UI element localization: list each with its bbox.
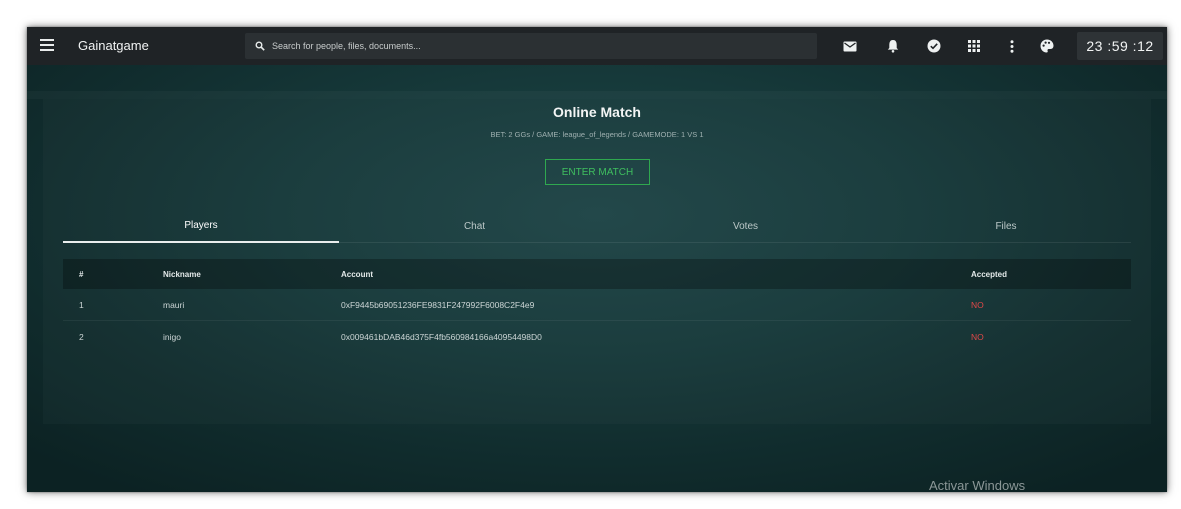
app-title: Gainatgame: [78, 38, 149, 53]
match-info: BET: 2 GGs / GAME: league_of_legends / G…: [490, 130, 704, 139]
table-row: 1 mauri 0xF9445b69051236FE9831F247992F60…: [63, 289, 1131, 321]
table-row: 2 inigo 0x009461bDAB46d375F4fb560984166a…: [63, 321, 1131, 353]
row-accepted-status: NO: [971, 299, 984, 310]
match-tabs: Players Chat Votes Files: [63, 209, 1131, 243]
mail-icon[interactable]: [842, 38, 858, 54]
row-number: 2: [79, 332, 84, 342]
search-bar[interactable]: [245, 33, 817, 59]
check-circle-icon[interactable]: [926, 38, 942, 54]
menu-icon[interactable]: [40, 39, 54, 53]
apps-grid-icon[interactable]: [966, 38, 982, 54]
search-icon: [255, 41, 265, 51]
players-table: # Nickname Account Accepted 1 mauri 0xF9…: [63, 259, 1131, 353]
tab-votes[interactable]: Votes: [610, 209, 881, 243]
header-account: Account: [341, 269, 373, 279]
countdown-clock: 23 :59 :12: [1077, 32, 1163, 60]
row-account: 0x009461bDAB46d375F4fb560984166a40954498…: [341, 332, 542, 342]
row-nickname: inigo: [163, 332, 181, 342]
enter-match-button[interactable]: ENTER MATCH: [545, 159, 650, 185]
header-accepted: Accepted: [971, 269, 1008, 279]
palette-icon[interactable]: [1039, 38, 1055, 54]
tab-files[interactable]: Files: [881, 209, 1131, 243]
tab-chat[interactable]: Chat: [339, 209, 610, 243]
row-number: 1: [79, 299, 84, 310]
app-window: Gainatgame 23 :59 :12 Online Match BET: …: [27, 27, 1167, 492]
search-input[interactable]: [272, 41, 792, 51]
top-bar: Gainatgame 23 :59 :12: [27, 27, 1167, 65]
header-number: #: [79, 269, 84, 279]
row-accepted-status: NO: [971, 332, 984, 342]
row-nickname: mauri: [163, 299, 185, 310]
match-title: Online Match: [553, 104, 641, 120]
bell-icon[interactable]: [885, 38, 901, 54]
header-nickname: Nickname: [163, 269, 201, 279]
header-strip: [27, 91, 1167, 99]
table-header: # Nickname Account Accepted: [63, 259, 1131, 289]
row-account: 0xF9445b69051236FE9831F247992F6008C2F4e9: [341, 299, 535, 310]
windows-activation-watermark: Activar Windows: [929, 478, 1026, 492]
tab-players[interactable]: Players: [63, 209, 339, 243]
more-vertical-icon[interactable]: [1004, 38, 1020, 54]
